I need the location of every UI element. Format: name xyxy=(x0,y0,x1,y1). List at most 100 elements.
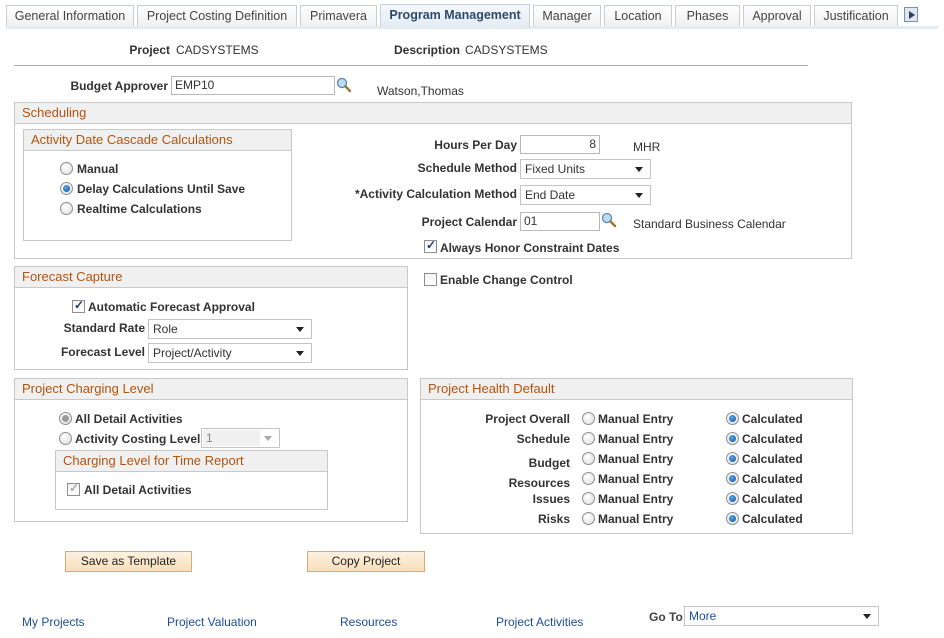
chevron-down-icon xyxy=(863,614,871,619)
header-divider xyxy=(14,65,808,66)
project-charging-level-title: Project Charging Level xyxy=(15,379,407,400)
health-calculated-radio[interactable] xyxy=(726,452,739,465)
health-row-label: Resources xyxy=(508,476,570,490)
project-label: Project xyxy=(129,43,170,57)
health-manual-entry-radio[interactable] xyxy=(582,412,595,425)
auto-forecast-approval-checkbox[interactable] xyxy=(72,298,85,313)
cascade-delay-label: Delay Calculations Until Save xyxy=(77,182,246,196)
budget-approver-lookup-icon[interactable] xyxy=(336,77,352,93)
health-manual-entry-radio[interactable] xyxy=(582,512,595,525)
health-manual-entry-radio[interactable] xyxy=(582,432,595,445)
time-report-charging-title: Charging Level for Time Report xyxy=(56,451,327,472)
activity-costing-level-value: 1 xyxy=(206,431,213,445)
tab-justification[interactable]: Justification xyxy=(814,5,898,26)
health-calculated-label: Calculated xyxy=(742,472,803,486)
health-calculated-label: Calculated xyxy=(742,452,803,466)
cascade-calculations-title: Activity Date Cascade Calculations xyxy=(24,130,291,151)
auto-forecast-approval-label: Automatic Forecast Approval xyxy=(88,300,255,314)
health-manual-entry-radio[interactable] xyxy=(582,452,595,465)
chevron-down-icon xyxy=(635,193,643,198)
goto-value: More xyxy=(689,609,717,623)
time-report-all-detail-label: All Detail Activities xyxy=(84,483,192,497)
cascade-realtime-radio[interactable] xyxy=(60,202,73,215)
tab-location[interactable]: Location xyxy=(604,5,672,26)
honor-constraints-label: Always Honor Constraint Dates xyxy=(440,241,620,255)
scheduling-title: Scheduling xyxy=(15,103,851,124)
standard-rate-value: Role xyxy=(153,322,178,336)
health-row-label: Schedule xyxy=(516,432,570,446)
health-manual-entry-radio[interactable] xyxy=(582,472,595,485)
health-calculated-radio[interactable] xyxy=(726,512,739,525)
health-row-label: Issues xyxy=(532,492,570,506)
goto-label: Go To xyxy=(649,610,683,624)
cascade-manual-label: Manual xyxy=(77,162,119,176)
budget-approver-name: Watson,Thomas xyxy=(377,84,464,98)
activity-costing-level-select[interactable]: 1 xyxy=(201,428,280,448)
project-value: CADSYSTEMS xyxy=(176,43,259,57)
health-calculated-radio[interactable] xyxy=(726,472,739,485)
honor-constraints-checkbox[interactable] xyxy=(424,238,437,253)
next-tab-arrow-icon[interactable] xyxy=(904,7,918,22)
project-calendar-lookup-icon[interactable] xyxy=(601,212,617,228)
goto-select[interactable]: More xyxy=(684,606,879,626)
tab-program-management[interactable]: Program Management xyxy=(380,4,530,27)
forecast-level-select[interactable]: Project/Activity xyxy=(148,343,312,363)
standard-rate-select[interactable]: Role xyxy=(148,319,312,339)
health-row-label: Budget xyxy=(528,456,570,470)
project-calendar-input[interactable]: 01 xyxy=(520,212,600,231)
project-calendar-description: Standard Business Calendar xyxy=(633,217,786,231)
health-manual-entry-label: Manual Entry xyxy=(598,432,674,446)
health-manual-entry-label: Manual Entry xyxy=(598,512,674,526)
tab-approval[interactable]: Approval xyxy=(743,5,811,26)
project-activities-link[interactable]: Project Activities xyxy=(496,615,583,629)
project-calendar-label: Project Calendar xyxy=(421,215,517,229)
health-manual-entry-label: Manual Entry xyxy=(598,452,674,466)
tab-manager[interactable]: Manager xyxy=(533,5,601,26)
hours-per-day-label: Hours Per Day xyxy=(434,138,517,152)
chevron-down-icon xyxy=(635,167,643,172)
tab-project-costing-definition[interactable]: Project Costing Definition xyxy=(137,5,297,26)
health-calculated-label: Calculated xyxy=(742,492,803,506)
schedule-method-label: Schedule Method xyxy=(417,161,517,175)
save-as-template-button[interactable]: Save as Template xyxy=(65,551,192,572)
health-manual-entry-label: Manual Entry xyxy=(598,492,674,506)
tab-general-information[interactable]: General Information xyxy=(6,5,134,26)
copy-project-button[interactable]: Copy Project xyxy=(307,551,425,572)
health-row-label: Project Overall xyxy=(485,412,570,426)
budget-approver-input[interactable]: EMP10 xyxy=(171,76,335,95)
budget-approver-label: Budget Approver xyxy=(70,79,168,93)
description-value: CADSYSTEMS xyxy=(465,43,548,57)
resources-link[interactable]: Resources xyxy=(340,615,397,629)
activity-costing-level-label: Activity Costing Level xyxy=(75,432,201,446)
hours-per-day-unit: MHR xyxy=(633,140,661,154)
cascade-manual-radio[interactable] xyxy=(60,162,73,175)
tab-phases[interactable]: Phases xyxy=(675,5,740,26)
activity-calc-method-select[interactable]: End Date xyxy=(520,185,651,205)
health-calculated-radio[interactable] xyxy=(726,432,739,445)
time-report-all-detail-checkbox[interactable] xyxy=(67,481,80,496)
charging-all-detail-radio[interactable] xyxy=(59,412,72,425)
hours-per-day-input[interactable]: 8 xyxy=(520,135,600,154)
health-row-label: Risks xyxy=(537,512,570,526)
health-calculated-label: Calculated xyxy=(742,412,803,426)
project-health-default-title: Project Health Default xyxy=(421,379,852,400)
activity-costing-level-radio[interactable] xyxy=(59,432,72,445)
project-valuation-link[interactable]: Project Valuation xyxy=(167,615,257,629)
tab-bar: General Information Project Costing Defi… xyxy=(0,0,944,30)
cascade-realtime-label: Realtime Calculations xyxy=(77,202,202,216)
health-manual-entry-radio[interactable] xyxy=(582,492,595,505)
tab-primavera[interactable]: Primavera xyxy=(300,5,377,26)
charging-all-detail-label: All Detail Activities xyxy=(75,412,183,426)
time-report-charging-group: Charging Level for Time Report xyxy=(55,450,328,510)
health-calculated-radio[interactable] xyxy=(726,492,739,505)
my-projects-link[interactable]: My Projects xyxy=(22,615,85,629)
standard-rate-label: Standard Rate xyxy=(63,321,145,335)
activity-calc-method-label: *Activity Calculation Method xyxy=(354,187,517,201)
schedule-method-select[interactable]: Fixed Units xyxy=(520,159,651,179)
cascade-delay-radio[interactable] xyxy=(60,182,73,195)
health-calculated-radio[interactable] xyxy=(726,412,739,425)
enable-change-control-checkbox[interactable] xyxy=(424,273,437,286)
chevron-down-icon xyxy=(296,327,304,332)
chevron-down-icon xyxy=(264,436,272,441)
forecast-capture-title: Forecast Capture xyxy=(15,267,407,288)
